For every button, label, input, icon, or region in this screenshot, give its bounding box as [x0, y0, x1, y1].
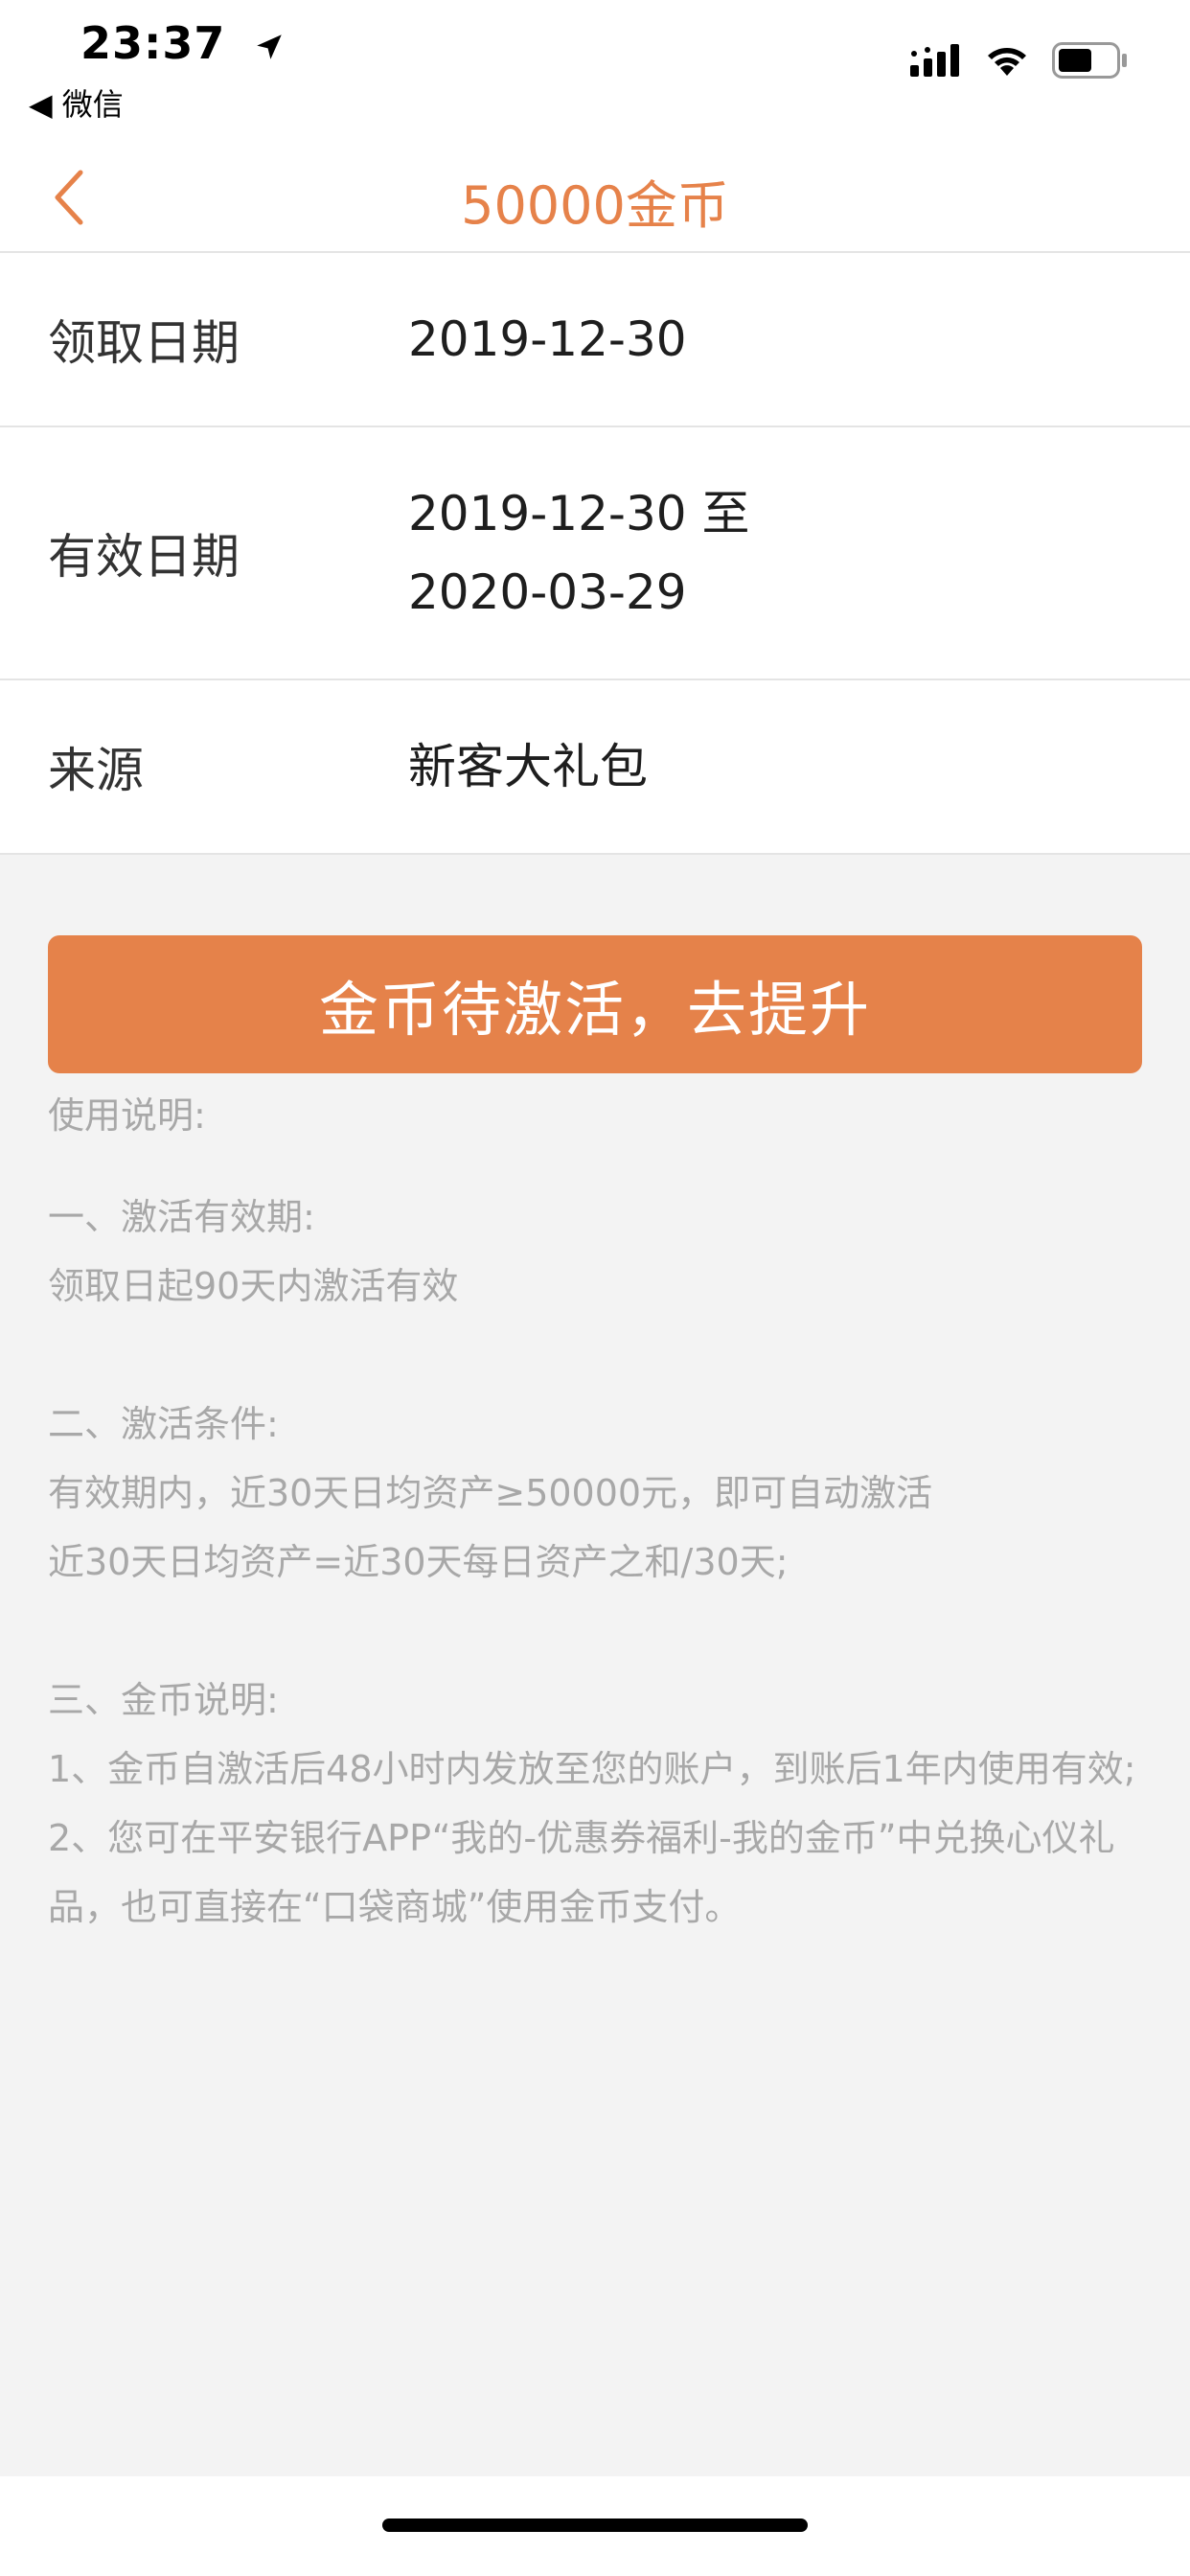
source-row: 来源 新客大礼包 [0, 680, 1190, 855]
top-area: 23:37 ◀ 微信 50000金币 [0, 0, 1190, 253]
status-icons [910, 42, 1129, 79]
valid-date-row: 有效日期 2019-12-30 至 2020-03-29 [0, 427, 1190, 680]
source-value: 新客大礼包 [408, 739, 648, 794]
usage-instructions: 使用说明: 一、激活有效期: 领取日起90天内激活有效 二、激活条件: 有效期内… [0, 1073, 1190, 1942]
section2-title: 二、激活条件: [48, 1403, 279, 1445]
activate-coins-button[interactable]: 金币待激活，去提升 [48, 935, 1142, 1073]
cellular-signal-icon [910, 44, 959, 77]
action-area: 金币待激活，去提升 [0, 855, 1190, 1073]
section3-line1: 1、金币自激活后48小时内发放至您的账户，到账后1年内使用有效; [48, 1748, 1136, 1790]
section2-line1: 有效期内，近30天日均资产≥50000元，即可自动激活 [48, 1472, 933, 1514]
back-to-wechat-link[interactable]: ◀ 微信 [29, 80, 124, 125]
home-indicator[interactable] [382, 2518, 808, 2532]
valid-date-value: 2019-12-30 至 2020-03-29 [408, 474, 749, 632]
nav-bar: 50000金币 [0, 144, 1190, 253]
claim-date-value: 2019-12-30 [408, 311, 687, 367]
status-bar: 23:37 ◀ 微信 [0, 0, 1190, 144]
section3-line2: 2、您可在平安银行APP“我的-优惠券福利-我的金币”中兑换心仪礼品，也可直接在… [48, 1817, 1115, 1928]
instructions-heading: 使用说明: [48, 1094, 206, 1137]
wifi-icon [988, 48, 1026, 76]
home-indicator-area [0, 2476, 1190, 2576]
claim-date-row: 领取日期 2019-12-30 [0, 253, 1190, 427]
page-title: 50000金币 [461, 175, 729, 236]
battery-icon [1052, 42, 1127, 79]
valid-date-start: 2019-12-30 至 [408, 486, 750, 541]
location-arrow-icon [257, 34, 283, 59]
section1-title: 一、激活有效期: [48, 1196, 315, 1238]
claim-date-label: 领取日期 [48, 315, 240, 371]
valid-date-end: 2020-03-29 [408, 564, 687, 620]
section3-title: 三、金币说明: [48, 1679, 279, 1721]
section1-line1: 领取日起90天内激活有效 [48, 1265, 459, 1307]
status-time-text: 23:37 [80, 17, 226, 69]
status-time: 23:37 [80, 17, 286, 69]
section2-line2: 近30天日均资产=近30天每日资产之和/30天; [48, 1541, 789, 1583]
source-label: 来源 [48, 743, 144, 798]
valid-date-label: 有效日期 [48, 529, 240, 585]
